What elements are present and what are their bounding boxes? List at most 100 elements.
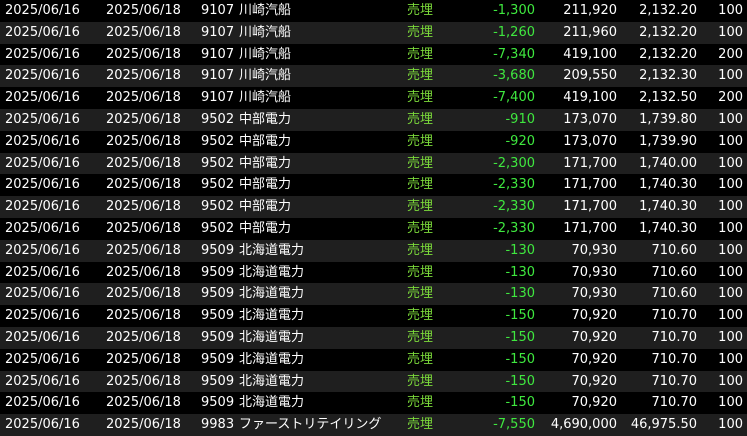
stock-code-cell: 9107 xyxy=(201,46,235,62)
settle-date-cell: 2025/06/18 xyxy=(106,155,181,171)
table-row[interactable]: 2025/06/16 2025/06/18 9502 中部電力 売埋 -2,33… xyxy=(0,174,747,197)
profit-loss-cell: -2,300 xyxy=(493,155,535,171)
trade-date-cell: 2025/06/16 xyxy=(5,308,80,324)
trade-side-cell: 売埋 xyxy=(407,3,434,18)
trade-side-cell: 売埋 xyxy=(407,264,434,280)
stock-name-cell: 北海道電力 xyxy=(239,373,305,389)
quantity-cell: 100 xyxy=(718,264,743,280)
quantity-cell: 100 xyxy=(718,308,743,324)
amount-cell: 171,700 xyxy=(563,177,617,193)
trade-side-cell: 売埋 xyxy=(407,373,434,389)
price-cell: 710.60 xyxy=(651,286,698,302)
stock-code-cell: 9509 xyxy=(201,264,235,280)
trade-side-cell: 売埋 xyxy=(407,46,434,62)
amount-cell: 173,070 xyxy=(563,133,617,149)
quantity-cell: 200 xyxy=(718,90,743,106)
amount-cell: 4,690,000 xyxy=(550,417,617,433)
trade-side-cell: 売埋 xyxy=(407,155,434,171)
table-row[interactable]: 2025/06/16 2025/06/18 9107 川崎汽船 売埋 -7,40… xyxy=(0,87,747,109)
table-row[interactable]: 2025/06/16 2025/06/18 9107 川崎汽船 売埋 -1,30… xyxy=(0,0,747,22)
profit-loss-cell: -130 xyxy=(505,264,535,280)
price-cell: 710.70 xyxy=(651,395,698,411)
stock-name-cell: 中部電力 xyxy=(239,155,292,171)
table-row[interactable]: 2025/06/16 2025/06/18 9107 川崎汽船 売埋 -1,26… xyxy=(0,21,747,44)
table-row[interactable]: 2025/06/16 2025/06/18 9509 北海道電力 売埋 -150… xyxy=(0,370,747,393)
table-row[interactable]: 2025/06/16 2025/06/18 9502 中部電力 売埋 -2,33… xyxy=(0,217,747,240)
settle-date-cell: 2025/06/18 xyxy=(106,373,181,389)
profit-loss-cell: -2,330 xyxy=(493,220,535,236)
trade-date-cell: 2025/06/16 xyxy=(5,264,80,280)
settle-date-cell: 2025/06/18 xyxy=(106,177,181,193)
table-row[interactable]: 2025/06/16 2025/06/18 9509 北海道電力 売埋 -130… xyxy=(0,239,747,262)
trade-date-cell: 2025/06/16 xyxy=(5,111,80,127)
table-row[interactable]: 2025/06/16 2025/06/18 9509 北海道電力 売埋 -150… xyxy=(0,326,747,349)
table-row[interactable]: 2025/06/16 2025/06/18 9509 北海道電力 売埋 -130… xyxy=(0,283,747,306)
profit-loss-cell: -130 xyxy=(505,242,535,258)
table-row[interactable]: 2025/06/16 2025/06/18 9502 中部電力 売埋 -2,30… xyxy=(0,152,747,175)
trade-side-cell: 売埋 xyxy=(407,329,434,345)
quantity-cell: 100 xyxy=(718,111,743,127)
settle-date-cell: 2025/06/18 xyxy=(106,395,181,411)
profit-loss-cell: -130 xyxy=(505,286,535,302)
stock-name-cell: 北海道電力 xyxy=(239,308,305,324)
trade-rows: 2025/06/16 2025/06/18 9107 川崎汽船 売埋 -1,30… xyxy=(0,0,747,436)
stock-code-cell: 9502 xyxy=(201,220,235,236)
profit-loss-cell: -150 xyxy=(505,395,535,411)
stock-name-cell: 川崎汽船 xyxy=(239,68,292,84)
price-cell: 2,132.20 xyxy=(639,24,697,40)
stock-code-cell: 9502 xyxy=(201,155,235,171)
profit-loss-cell: -150 xyxy=(505,373,535,389)
stock-code-cell: 9509 xyxy=(201,242,235,258)
trade-side-cell: 売埋 xyxy=(407,286,434,302)
quantity-cell: 100 xyxy=(718,220,743,236)
quantity-cell: 100 xyxy=(718,133,743,149)
table-row[interactable]: 2025/06/16 2025/06/18 9509 北海道電力 売埋 -130… xyxy=(0,261,747,284)
amount-cell: 70,930 xyxy=(571,286,618,302)
quantity-cell: 100 xyxy=(718,242,743,258)
profit-loss-cell: -920 xyxy=(505,133,535,149)
stock-code-cell: 9509 xyxy=(201,286,235,302)
profit-loss-cell: -1,260 xyxy=(493,24,535,40)
table-row[interactable]: 2025/06/16 2025/06/18 9107 川崎汽船 売埋 -7,34… xyxy=(0,43,747,66)
price-cell: 2,132.20 xyxy=(639,46,697,62)
table-row[interactable]: 2025/06/16 2025/06/18 9509 北海道電力 売埋 -150… xyxy=(0,392,747,415)
settle-date-cell: 2025/06/18 xyxy=(106,286,181,302)
price-cell: 710.60 xyxy=(651,264,698,280)
stock-code-cell: 9502 xyxy=(201,177,235,193)
price-cell: 2,132.20 xyxy=(639,3,697,18)
price-cell: 710.70 xyxy=(651,373,698,389)
table-row[interactable]: 2025/06/16 2025/06/18 9509 北海道電力 売埋 -150… xyxy=(0,305,747,327)
quantity-cell: 100 xyxy=(718,177,743,193)
settle-date-cell: 2025/06/18 xyxy=(106,111,181,127)
stock-code-cell: 9502 xyxy=(201,111,235,127)
table-row[interactable]: 2025/06/16 2025/06/18 9502 中部電力 売埋 -2,33… xyxy=(0,196,747,218)
price-cell: 1,740.30 xyxy=(639,199,697,215)
amount-cell: 70,930 xyxy=(571,264,618,280)
table-row[interactable]: 2025/06/16 2025/06/18 9107 川崎汽船 売埋 -3,68… xyxy=(0,65,747,88)
trade-date-cell: 2025/06/16 xyxy=(5,351,80,367)
stock-code-cell: 9983 xyxy=(201,417,235,433)
amount-cell: 171,700 xyxy=(563,155,617,171)
settle-date-cell: 2025/06/18 xyxy=(106,220,181,236)
profit-loss-cell: -2,330 xyxy=(493,199,535,215)
trade-side-cell: 売埋 xyxy=(407,395,434,411)
table-row[interactable]: 2025/06/16 2025/06/18 9509 北海道電力 売埋 -150… xyxy=(0,348,747,371)
trade-side-cell: 売埋 xyxy=(407,177,434,193)
quantity-cell: 100 xyxy=(718,417,743,433)
amount-cell: 70,930 xyxy=(571,242,618,258)
table-row[interactable]: 2025/06/16 2025/06/18 9983 ファーストリテイリング 売… xyxy=(0,414,747,436)
settle-date-cell: 2025/06/18 xyxy=(106,3,181,18)
trade-date-cell: 2025/06/16 xyxy=(5,242,80,258)
price-cell: 1,740.00 xyxy=(639,155,697,171)
trade-date-cell: 2025/06/16 xyxy=(5,329,80,345)
stock-code-cell: 9107 xyxy=(201,68,235,84)
stock-code-cell: 9107 xyxy=(201,24,235,40)
stock-name-cell: 北海道電力 xyxy=(239,329,305,345)
table-row[interactable]: 2025/06/16 2025/06/18 9502 中部電力 売埋 -920 … xyxy=(0,130,747,153)
table-row[interactable]: 2025/06/16 2025/06/18 9502 中部電力 売埋 -910 … xyxy=(0,108,747,131)
trade-date-cell: 2025/06/16 xyxy=(5,90,80,106)
quantity-cell: 100 xyxy=(718,24,743,40)
amount-cell: 171,700 xyxy=(563,220,617,236)
settle-date-cell: 2025/06/18 xyxy=(106,308,181,324)
profit-loss-cell: -2,330 xyxy=(493,177,535,193)
